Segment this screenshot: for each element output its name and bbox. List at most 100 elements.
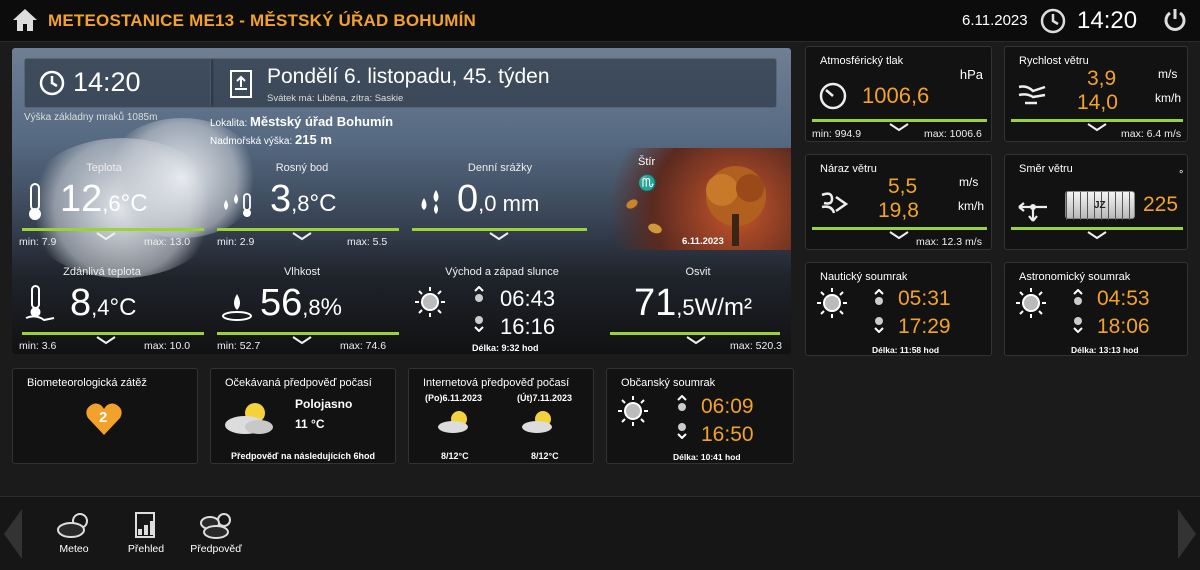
nav-meteo[interactable]: Meteo: [46, 511, 102, 555]
wind-kmh-value: 14,0: [1077, 91, 1118, 114]
scroll-right-arrow-icon[interactable]: [1178, 509, 1196, 559]
bottom-nav: Meteo Přehled Předpověď: [0, 496, 1200, 570]
sunrise-icon: [474, 286, 484, 302]
clock-icon: [1040, 8, 1066, 34]
chevron-down-icon[interactable]: [1087, 231, 1107, 240]
cloud-base: Výška základny mraků 1085m: [24, 112, 158, 123]
main-weather-panel: 14:20 Výška základny mraků 1085m Pondělí…: [12, 48, 791, 354]
gust-label: Náraz větru: [820, 163, 877, 175]
nav-meteo-label: Meteo: [59, 543, 89, 555]
gust-kmh-value: 19,8: [878, 199, 919, 222]
biometeo-tile[interactable]: Biometeorologická zátěž 2: [12, 368, 198, 464]
solar-bar: [610, 332, 780, 335]
sunrise-time: 06:43: [500, 286, 556, 311]
nameday: Svátek má: Liběna, zítra: Saskie: [267, 93, 404, 104]
calendar-icon: [230, 70, 252, 98]
wind-kmh-unit: km/h: [1155, 91, 1182, 105]
feels-like-icon: [25, 285, 55, 322]
nav-forecast-label: Předpověď: [190, 543, 242, 555]
pressure-max: max: 1006.6: [924, 128, 982, 140]
zodiac-label: Štír: [638, 156, 656, 168]
power-icon[interactable]: [1163, 8, 1187, 32]
header-date: 6.11.2023: [962, 12, 1028, 29]
nautical-length: Délka: 11:58 hod: [872, 345, 940, 355]
temp-label: Teplota: [86, 162, 122, 174]
pressure-unit: hPa: [959, 67, 983, 82]
scorpio-icon: ♏: [638, 175, 657, 192]
sun-icon: [415, 287, 445, 317]
inet-day2: (Út)7.11.2023: [517, 393, 573, 403]
sun-icon: [1016, 288, 1046, 318]
feels-bar: [22, 332, 204, 335]
compass-scale: JZ: [1065, 191, 1136, 220]
sun-icon: [817, 288, 847, 318]
nav-overview[interactable]: Přehled: [118, 511, 174, 555]
pressure-bar: [812, 119, 987, 122]
chevron-down-icon[interactable]: [686, 336, 706, 345]
civil-rise: 06:09: [701, 395, 754, 418]
solar-max: max: 520.3: [730, 340, 782, 352]
civil-set: 16:50: [701, 423, 754, 446]
chevron-down-icon[interactable]: [96, 232, 116, 241]
dew-icon: [224, 193, 251, 217]
pressure-tile[interactable]: Atmosférický tlak hPa 1006,6 min: 994.9 …: [805, 46, 992, 142]
humidity-icon: [222, 294, 252, 321]
sunset-icon: [474, 316, 484, 332]
civil-twilight-tile[interactable]: Občanský soumrak 06:09 16:50 Délka: 10:4…: [606, 368, 794, 464]
zodiac-panel: Štír ♏ 6.11.2023: [610, 148, 791, 250]
partly-cloudy-icon: [438, 411, 468, 433]
sunset-time: 16:16: [500, 314, 556, 339]
wind-direction-arrows-icon: [1018, 202, 1047, 222]
chevron-down-icon[interactable]: [889, 231, 909, 240]
forecast-desc: Polojasno: [295, 397, 353, 411]
gust-tile[interactable]: Náraz větru 5,5 19,8 m/s km/h max: 12.3 …: [805, 154, 992, 250]
scroll-left-arrow-icon[interactable]: [4, 509, 22, 559]
solar-label: Osvit: [685, 266, 711, 278]
forecast-note: Předpověď na následujících 6hod: [231, 451, 376, 461]
expected-forecast-label: Očekávaná předpověď počasí: [225, 377, 372, 389]
chevron-down-icon[interactable]: [889, 123, 909, 132]
nautical-rise: 05:31: [898, 287, 951, 310]
pressure-label: Atmosférický tlak: [820, 55, 904, 67]
chevron-down-icon[interactable]: [292, 232, 312, 241]
location-value: Městský úřad Bohumín: [250, 114, 394, 129]
feels-max: max: 10.0: [144, 340, 191, 352]
document-chart-icon: [135, 512, 155, 538]
cloud-sun-icon: [57, 513, 88, 538]
app-title: METEOSTANICE ME13 - MĚSTSKÝ ÚŘAD BOHUMÍN: [48, 11, 476, 30]
gust-ms-value: 5,5: [888, 175, 918, 198]
sunrise-icon: [677, 395, 687, 411]
wind-direction-tile[interactable]: Směr větru ° JZ 225: [1004, 154, 1188, 250]
sunset-icon: [874, 317, 884, 333]
sun-length: Délka: 9:32 hod: [472, 343, 539, 353]
gust-max: max: 12.3 m/s: [916, 236, 982, 248]
internet-forecast-label: Internetová předpověď počasí: [423, 377, 570, 389]
internet-forecast-tile[interactable]: Internetová předpověď počasí (Po)6.11.20…: [408, 368, 594, 464]
feels-min: min: 3.6: [19, 340, 57, 352]
humidity-value: 56,8%: [260, 282, 342, 324]
gust-kmh-unit: km/h: [958, 199, 985, 213]
wind-direction-label: Směr větru: [1019, 163, 1073, 175]
solar-value: 71,5W/m²: [634, 282, 752, 324]
leaf-icon: [624, 197, 640, 211]
astronomical-twilight-tile[interactable]: Astronomický soumrak 04:53 18:06 Délka: …: [1004, 262, 1188, 356]
astro-set: 18:06: [1097, 315, 1150, 338]
dew-min: min: 2.9: [217, 236, 255, 248]
clock-icon: [39, 70, 65, 96]
nav-forecast[interactable]: Předpověď: [188, 511, 244, 555]
expected-forecast-tile[interactable]: Očekávaná předpověď počasí Polojasno 11 …: [210, 368, 396, 464]
raindrops-icon: [421, 190, 439, 214]
location-row: Lokalita: Městský úřad Bohumín: [210, 114, 394, 129]
sunrise-icon: [874, 289, 884, 305]
chevron-down-icon[interactable]: [1087, 123, 1107, 132]
chevron-down-icon[interactable]: [292, 336, 312, 345]
chevron-down-icon[interactable]: [489, 232, 509, 241]
sun-label: Východ a západ slunce: [445, 266, 559, 278]
chevron-down-icon[interactable]: [96, 336, 116, 345]
home-icon[interactable]: [12, 8, 38, 32]
nautical-twilight-tile[interactable]: Nautický soumrak 05:31 17:29 Délka: 11:5…: [805, 262, 992, 356]
gust-ms-unit: m/s: [959, 175, 979, 189]
day-title: Pondělí 6. listopadu, 45. týden: [267, 65, 550, 88]
wind-speed-tile[interactable]: Rychlost větru 3,9 14,0 m/s km/h max: 6.…: [1004, 46, 1188, 142]
nautical-label: Nautický soumrak: [820, 271, 908, 283]
